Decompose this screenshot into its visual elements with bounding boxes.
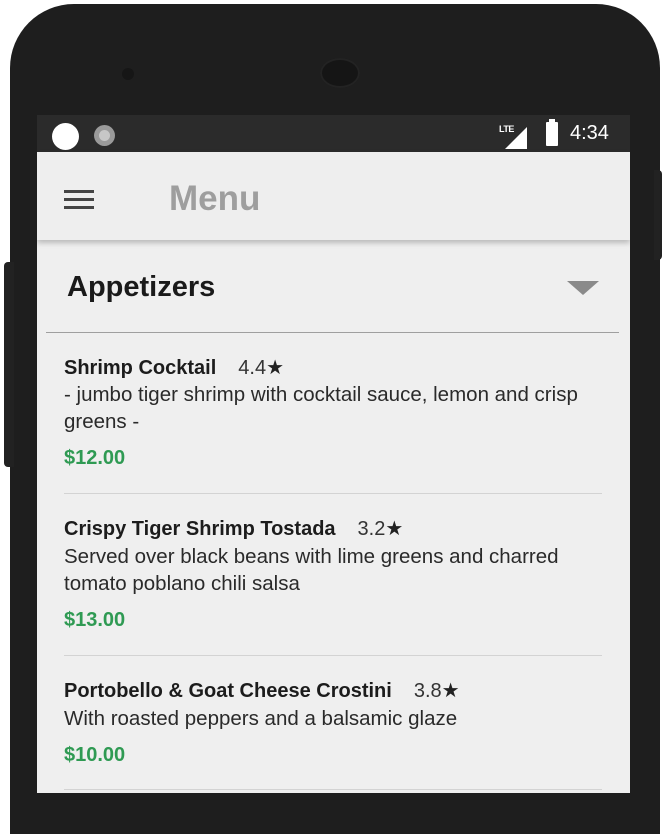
hamburger-menu-icon[interactable] — [64, 190, 94, 210]
menu-item[interactable]: Shrimp Cocktail 4.4★ - jumbo tiger shrimp… — [64, 333, 602, 494]
item-description: Served over black beans with lime greens… — [64, 545, 559, 595]
screen: LTE 4:34 Menu Appetizers Shrimp Cocktail… — [37, 115, 630, 793]
item-description: With roasted peppers and a balsamic glaz… — [64, 707, 458, 730]
sync-icon — [94, 125, 115, 146]
rating-value: 3.2 — [357, 518, 386, 540]
item-name: Crispy Tiger Shrimp Tostada — [64, 518, 336, 540]
signal-icon: LTE — [499, 124, 527, 149]
caret-down-icon[interactable] — [567, 281, 599, 295]
volume-button — [4, 262, 14, 467]
item-name: Portobello & Goat Cheese Crostini — [64, 680, 392, 702]
item-name: Shrimp Cocktail — [64, 357, 217, 379]
item-description: - jumbo tiger shrimp with cocktail sauce… — [64, 383, 578, 433]
network-type: LTE — [499, 124, 514, 134]
item-price: $10.00 — [64, 744, 126, 766]
app-bar: Menu — [37, 152, 630, 240]
rating-value: 3.8 — [413, 680, 442, 702]
rating-value: 4.4 — [238, 357, 267, 379]
item-rating: 3.2★ — [358, 518, 404, 540]
front-camera — [122, 68, 134, 80]
battery-icon — [546, 119, 558, 146]
status-time: 4:34 — [570, 122, 609, 144]
section-header-appetizers[interactable]: Appetizers — [46, 240, 619, 333]
star-icon: ★ — [385, 518, 404, 540]
item-price: $13.00 — [64, 609, 126, 631]
item-rating: 4.4★ — [238, 357, 284, 379]
page-title: Menu — [169, 179, 261, 218]
status-bar: LTE 4:34 — [37, 115, 630, 152]
item-header: Crispy Tiger Shrimp Tostada 3.2★ — [64, 516, 403, 541]
item-header: Shrimp Cocktail 4.4★ — [64, 355, 284, 380]
earpiece-speaker — [320, 58, 360, 88]
item-price: $12.00 — [64, 447, 126, 469]
item-rating: 3.8★ — [414, 680, 460, 702]
item-header: Portobello & Goat Cheese Crostini 3.8★ — [64, 678, 460, 703]
menu-item[interactable]: Crispy Tiger Shrimp Tostada 3.2★ Served o… — [64, 494, 602, 656]
menu-content: Appetizers Shrimp Cocktail 4.4★ - jumbo t… — [37, 240, 630, 790]
star-icon: ★ — [441, 680, 460, 702]
notification-icon — [52, 123, 79, 150]
power-button — [654, 170, 662, 260]
menu-item[interactable]: Portobello & Goat Cheese Crostini 3.8★ Wi… — [64, 656, 602, 790]
section-title: Appetizers — [67, 271, 216, 303]
star-icon: ★ — [266, 357, 285, 379]
